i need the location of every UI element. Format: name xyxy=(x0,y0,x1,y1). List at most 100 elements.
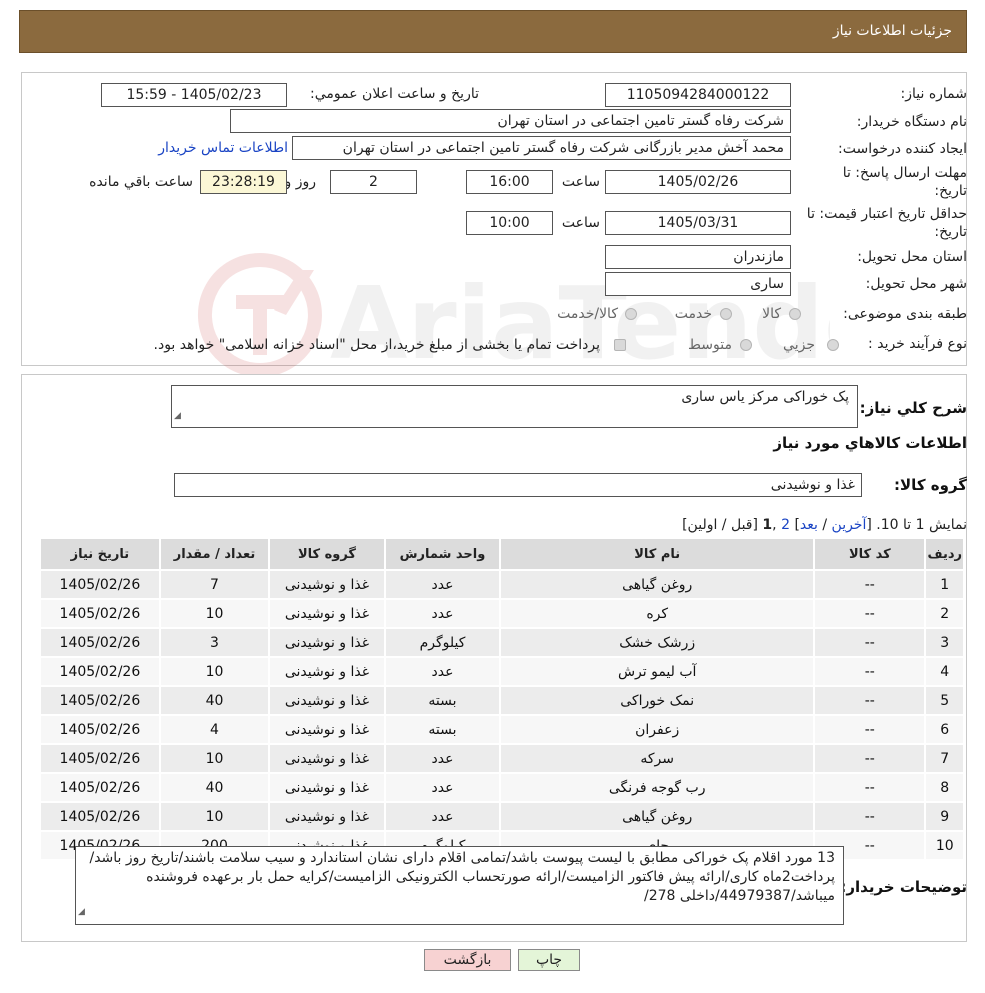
cell-row-number: 10 xyxy=(924,830,965,861)
process-medium-label: متوسط xyxy=(688,337,732,353)
cell-quantity: 4 xyxy=(158,714,271,745)
city-label: شهر محل تحويل: xyxy=(865,276,967,292)
cell-need-date: 1405/02/26 xyxy=(39,685,161,716)
col-unit: واحد شمارش xyxy=(383,537,502,571)
buyer-notes-label: توضيحات خريدار: xyxy=(840,878,967,896)
goods-group-label: گروه کالا: xyxy=(894,476,967,494)
deadline-time-label: ساعت xyxy=(561,174,600,190)
validity-label: حداقل تاريخ اعتبار قيمت: تا xyxy=(806,206,967,222)
process-label: نوع فرآيند خريد : xyxy=(868,336,967,352)
pagination-prev-first: [قبل / اولين] xyxy=(682,517,758,533)
cell-item-name: رب گوجه فرنگی xyxy=(499,772,816,803)
cell-row-number: 5 xyxy=(924,685,965,716)
cell-group: غذا و نوشیدنی xyxy=(268,627,386,658)
table-row: 2 -- کره عدد غذا و نوشیدنی 10 1405/02/26 xyxy=(39,598,965,629)
table-row: 9 -- روغن گیاهی عدد غذا و نوشیدنی 10 1405/02/2… xyxy=(39,801,965,832)
pagination-page-2[interactable]: 2 xyxy=(781,517,790,533)
category-service-radio[interactable] xyxy=(720,308,732,320)
days-remaining-field: 2 xyxy=(330,170,417,194)
cell-row-number: 3 xyxy=(924,627,965,658)
cell-unit: عدد xyxy=(383,656,502,687)
deadline-date-field: 1405/02/26 xyxy=(605,170,791,194)
category-goods-service-radio[interactable] xyxy=(625,308,637,320)
validity-label-date: تاريخ: xyxy=(934,224,967,240)
col-need-date: تاريخ نياز xyxy=(39,537,161,571)
buyer-org-label: نام دستگاه خريدار: xyxy=(856,114,967,130)
buyer-notes-text: 13 مورد اقلام پک خوراکی مطابق با لیست پی… xyxy=(89,850,835,904)
table-row: 4 -- آب لیمو ترش عدد غذا و نوشیدنی 10 1405/02/… xyxy=(39,656,965,687)
cell-item-name: زرشک خشک xyxy=(499,627,816,658)
description-text: پک خوراکی مرکز یاس ساری xyxy=(681,389,849,405)
print-button[interactable]: چاپ xyxy=(518,949,580,971)
validity-time-label: ساعت xyxy=(561,215,600,231)
resize-handle-icon[interactable]: ◢ xyxy=(174,407,181,425)
resize-handle-icon[interactable]: ◢ xyxy=(78,903,85,922)
col-row-number: رديف xyxy=(924,537,965,571)
cell-item-name: روغن گیاهی xyxy=(499,801,816,832)
pagination-last-link[interactable]: آخرين xyxy=(832,517,867,533)
col-quantity: تعداد / مقدار xyxy=(158,537,271,571)
col-item-name: نام کالا xyxy=(499,537,816,571)
table-row: 1 -- روغن گیاهی عدد غذا و نوشیدنی 7 1405/02/26 xyxy=(39,569,965,600)
treasury-payment-note: پرداخت تمام یا بخشی از مبلغ خرید،از محل … xyxy=(153,337,600,353)
col-group: گروه کالا xyxy=(268,537,386,571)
pagination-bracket: [ xyxy=(866,517,872,533)
pagination-comma: , xyxy=(772,517,777,533)
category-goods-radio[interactable] xyxy=(789,308,801,320)
process-minor-radio[interactable] xyxy=(827,339,839,351)
province-field: مازندران xyxy=(605,245,791,269)
cell-quantity: 3 xyxy=(158,627,271,658)
process-medium-radio[interactable] xyxy=(740,339,752,351)
cell-row-number: 2 xyxy=(924,598,965,629)
table-row: 3 -- زرشک خشک کیلوگرم غذا و نوشیدنی 3 1405/02/… xyxy=(39,627,965,658)
table-row: 5 -- نمک خوراکی بسته غذا و نوشیدنی 40 1405/02/… xyxy=(39,685,965,716)
announce-date-label: تاریخ و ساعت اعلان عمومي: xyxy=(310,86,479,102)
cell-item-name: زعفران xyxy=(499,714,816,745)
remaining-time-label: ساعت باقي مانده xyxy=(89,174,193,190)
cell-group: غذا و نوشیدنی xyxy=(268,685,386,716)
cell-quantity: 7 xyxy=(158,569,271,600)
cell-unit: بسته xyxy=(383,685,502,716)
back-button[interactable]: بازگشت xyxy=(424,949,511,971)
cell-unit: بسته xyxy=(383,714,502,745)
cell-quantity: 10 xyxy=(158,743,271,774)
cell-group: غذا و نوشیدنی xyxy=(268,569,386,600)
cell-item-name: آب لیمو ترش xyxy=(499,656,816,687)
cell-item-name: نمک خوراکی xyxy=(499,685,816,716)
cell-unit: عدد xyxy=(383,598,502,629)
remaining-time-field: 23:28:19 xyxy=(200,170,287,194)
category-label: طبقه بندی موضوعی: xyxy=(843,306,967,322)
description-label: شرح کلي نياز: xyxy=(859,399,967,417)
validity-time-field: 10:00 xyxy=(466,211,553,235)
deadline-label-date: تاريخ: xyxy=(934,183,967,199)
goods-info-title: اطلاعات کالاهاي مورد نياز xyxy=(773,434,967,452)
cell-item-code: -- xyxy=(813,569,927,600)
validity-date-field: 1405/03/31 xyxy=(605,211,791,235)
pagination-next-link[interactable]: بعد xyxy=(800,517,818,533)
buyer-contact-link[interactable]: اطلاعات تماس خريدار xyxy=(158,140,288,156)
cell-item-name: سرکه xyxy=(499,743,816,774)
description-textarea[interactable]: پک خوراکی مرکز یاس ساری ◢ xyxy=(171,385,858,428)
cell-need-date: 1405/02/26 xyxy=(39,801,161,832)
cell-group: غذا و نوشیدنی xyxy=(268,772,386,803)
cell-unit: عدد xyxy=(383,743,502,774)
cell-unit: عدد xyxy=(383,569,502,600)
cell-item-code: -- xyxy=(813,801,927,832)
cell-item-code: -- xyxy=(813,598,927,629)
cell-item-name: روغن گیاهی xyxy=(499,569,816,600)
cell-item-code: -- xyxy=(813,627,927,658)
pagination-page-1: 1 xyxy=(762,517,773,533)
page-header: جزئیات اطلاعات نیاز xyxy=(19,10,967,53)
treasury-payment-checkbox[interactable] xyxy=(614,339,626,351)
cell-item-code: -- xyxy=(813,656,927,687)
goods-group-field: غذا و نوشیدنی xyxy=(174,473,862,497)
cell-group: غذا و نوشیدنی xyxy=(268,714,386,745)
requester-field: محمد آخش مدیر بازرگانی شرکت رفاه گستر تا… xyxy=(292,136,791,160)
cell-row-number: 1 xyxy=(924,569,965,600)
cell-row-number: 4 xyxy=(924,656,965,687)
buyer-notes-textarea[interactable]: 13 مورد اقلام پک خوراکی مطابق با لیست پی… xyxy=(75,846,844,925)
cell-need-date: 1405/02/26 xyxy=(39,714,161,745)
category-goods-service-label: کالا/خدمت xyxy=(557,306,618,322)
table-header-row: رديف کد کالا نام کالا واحد شمارش گروه کا… xyxy=(39,537,965,571)
col-item-code: کد کالا xyxy=(813,537,927,571)
